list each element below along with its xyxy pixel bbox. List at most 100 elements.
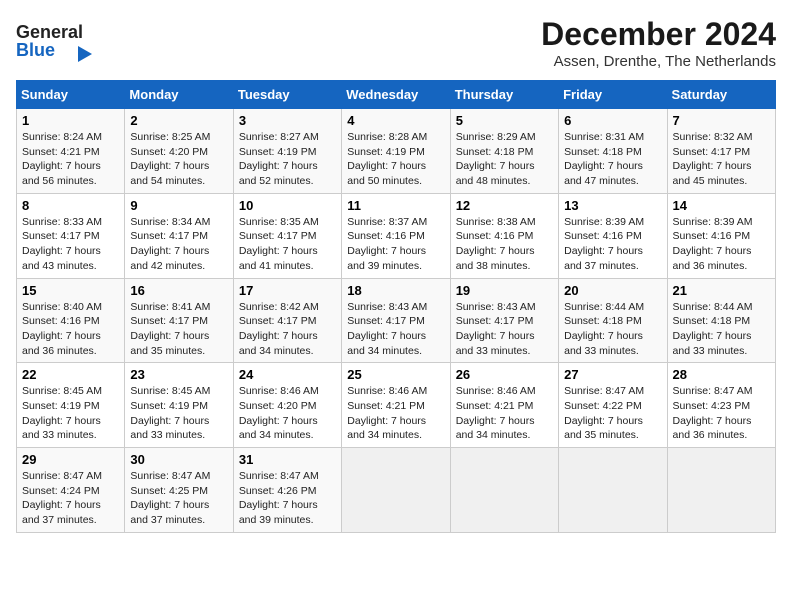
sunset-text: Sunset: 4:19 PM	[22, 399, 119, 414]
sunrise-text: Sunrise: 8:46 AM	[347, 384, 444, 399]
sunrise-text: Sunrise: 8:38 AM	[456, 215, 553, 230]
day-info: Sunrise: 8:37 AMSunset: 4:16 PMDaylight:…	[347, 215, 444, 274]
day-number: 9	[130, 198, 227, 213]
day-number: 29	[22, 452, 119, 467]
day-number: 18	[347, 283, 444, 298]
sunset-text: Sunset: 4:21 PM	[456, 399, 553, 414]
day-number: 10	[239, 198, 336, 213]
day-info: Sunrise: 8:47 AMSunset: 4:26 PMDaylight:…	[239, 469, 336, 528]
sunset-text: Sunset: 4:20 PM	[130, 145, 227, 160]
day-cell: 11 Sunrise: 8:37 AMSunset: 4:16 PMDayligh…	[342, 193, 450, 278]
sunset-text: Sunset: 4:16 PM	[564, 229, 661, 244]
daylight-text: Daylight: 7 hours and 39 minutes.	[239, 498, 336, 527]
sunset-text: Sunset: 4:26 PM	[239, 484, 336, 499]
daylight-text: Daylight: 7 hours and 52 minutes.	[239, 159, 336, 188]
sunrise-text: Sunrise: 8:47 AM	[564, 384, 661, 399]
sunrise-text: Sunrise: 8:39 AM	[673, 215, 770, 230]
sunrise-text: Sunrise: 8:45 AM	[22, 384, 119, 399]
sunrise-text: Sunrise: 8:31 AM	[564, 130, 661, 145]
day-info: Sunrise: 8:27 AMSunset: 4:19 PMDaylight:…	[239, 130, 336, 189]
day-header-sunday: Sunday	[17, 81, 125, 109]
daylight-text: Daylight: 7 hours and 36 minutes.	[673, 414, 770, 443]
day-number: 26	[456, 367, 553, 382]
day-number: 28	[673, 367, 770, 382]
sunrise-text: Sunrise: 8:47 AM	[130, 469, 227, 484]
week-row-1: 1Sunrise: 8:24 AMSunset: 4:21 PMDaylight…	[17, 109, 776, 194]
sunrise-text: Sunrise: 8:40 AM	[22, 300, 119, 315]
day-number: 30	[130, 452, 227, 467]
month-title: December 2024	[541, 16, 776, 53]
sunset-text: Sunset: 4:16 PM	[456, 229, 553, 244]
daylight-text: Daylight: 7 hours and 37 minutes.	[564, 244, 661, 273]
daylight-text: Daylight: 7 hours and 36 minutes.	[673, 244, 770, 273]
location-title: Assen, Drenthe, The Netherlands	[541, 53, 776, 70]
sunrise-text: Sunrise: 8:47 AM	[239, 469, 336, 484]
day-cell: 31Sunrise: 8:47 AMSunset: 4:26 PMDayligh…	[233, 448, 341, 533]
day-number: 11	[347, 198, 444, 213]
sunset-text: Sunset: 4:18 PM	[673, 314, 770, 329]
day-number: 15	[22, 283, 119, 298]
day-info: Sunrise: 8:46 AMSunset: 4:20 PMDaylight:…	[239, 384, 336, 443]
sunset-text: Sunset: 4:21 PM	[347, 399, 444, 414]
sunrise-text: Sunrise: 8:46 AM	[456, 384, 553, 399]
sunrise-text: Sunrise: 8:41 AM	[130, 300, 227, 315]
daylight-text: Daylight: 7 hours and 34 minutes.	[239, 329, 336, 358]
daylight-text: Daylight: 7 hours and 33 minutes.	[456, 329, 553, 358]
day-cell: 27Sunrise: 8:47 AMSunset: 4:22 PMDayligh…	[559, 363, 667, 448]
day-header-monday: Monday	[125, 81, 233, 109]
svg-text:General: General	[16, 22, 83, 42]
sunrise-text: Sunrise: 8:43 AM	[456, 300, 553, 315]
day-info: Sunrise: 8:43 AMSunset: 4:17 PMDaylight:…	[347, 300, 444, 359]
day-info: Sunrise: 8:46 AMSunset: 4:21 PMDaylight:…	[347, 384, 444, 443]
sunset-text: Sunset: 4:16 PM	[22, 314, 119, 329]
daylight-text: Daylight: 7 hours and 33 minutes.	[673, 329, 770, 358]
sunset-text: Sunset: 4:17 PM	[347, 314, 444, 329]
sunrise-text: Sunrise: 8:47 AM	[673, 384, 770, 399]
sunrise-text: Sunrise: 8:27 AM	[239, 130, 336, 145]
daylight-text: Daylight: 7 hours and 41 minutes.	[239, 244, 336, 273]
day-cell: 10Sunrise: 8:35 AMSunset: 4:17 PMDayligh…	[233, 193, 341, 278]
day-header-row: SundayMondayTuesdayWednesdayThursdayFrid…	[17, 81, 776, 109]
sunset-text: Sunset: 4:19 PM	[130, 399, 227, 414]
day-cell: 14 Sunrise: 8:39 AMSunset: 4:16 PMDayligh…	[667, 193, 775, 278]
day-info: Sunrise: 8:45 AMSunset: 4:19 PMDaylight:…	[130, 384, 227, 443]
sunrise-text: Sunrise: 8:35 AM	[239, 215, 336, 230]
week-row-5: 29Sunrise: 8:47 AMSunset: 4:24 PMDayligh…	[17, 448, 776, 533]
week-row-3: 15 Sunrise: 8:40 AMSunset: 4:16 PM Dayligh…	[17, 278, 776, 363]
day-cell: 7Sunrise: 8:32 AMSunset: 4:17 PMDaylight…	[667, 109, 775, 194]
day-info: Sunrise: 8:28 AMSunset: 4:19 PMDaylight:…	[347, 130, 444, 189]
sunset-text: Sunset: 4:16 PM	[347, 229, 444, 244]
sunrise-text: Sunrise: 8:39 AM	[564, 215, 661, 230]
sunset-text: Sunset: 4:16 PM	[673, 229, 770, 244]
logo: General Blue	[16, 16, 96, 66]
day-number: 21	[673, 283, 770, 298]
daylight-text: Daylight: 7 hours and 50 minutes.	[347, 159, 444, 188]
day-cell: 6Sunrise: 8:31 AMSunset: 4:18 PMDaylight…	[559, 109, 667, 194]
daylight-text: Daylight: 7 hours and 37 minutes.	[22, 498, 119, 527]
day-header-friday: Friday	[559, 81, 667, 109]
daylight-text: Daylight: 7 hours and 56 minutes.	[22, 159, 119, 188]
day-cell: 13Sunrise: 8:39 AMSunset: 4:16 PMDayligh…	[559, 193, 667, 278]
daylight-text: Daylight: 7 hours and 33 minutes.	[564, 329, 661, 358]
day-info: Sunrise: 8:24 AMSunset: 4:21 PMDaylight:…	[22, 130, 119, 189]
sunset-text: Sunset: 4:24 PM	[22, 484, 119, 499]
day-info: Sunrise: 8:42 AMSunset: 4:17 PMDaylight:…	[239, 300, 336, 359]
calendar-header: SundayMondayTuesdayWednesdayThursdayFrid…	[17, 81, 776, 109]
sunset-text: Sunset: 4:17 PM	[130, 229, 227, 244]
daylight-text: Daylight: 7 hours and 35 minutes.	[130, 329, 227, 358]
day-cell: 19Sunrise: 8:43 AMSunset: 4:17 PMDayligh…	[450, 278, 558, 363]
header: General Blue December 2024 Assen, Drenth…	[16, 16, 776, 70]
daylight-text: Daylight: 7 hours and 34 minutes.	[456, 414, 553, 443]
day-info: Sunrise: 8:39 AMSunset: 4:16 PMDaylight:…	[564, 215, 661, 274]
sunset-text: Sunset: 4:21 PM	[22, 145, 119, 160]
day-info: Sunrise: 8:39 AMSunset: 4:16 PMDaylight:…	[673, 215, 770, 274]
day-header-wednesday: Wednesday	[342, 81, 450, 109]
day-info: Sunrise: 8:29 AMSunset: 4:18 PMDaylight:…	[456, 130, 553, 189]
day-number: 14	[673, 198, 770, 213]
day-number: 3	[239, 113, 336, 128]
day-info: Sunrise: 8:38 AMSunset: 4:16 PMDaylight:…	[456, 215, 553, 274]
day-info: Sunrise: 8:33 AMSunset: 4:17 PMDaylight:…	[22, 215, 119, 274]
daylight-text: Daylight: 7 hours and 47 minutes.	[564, 159, 661, 188]
sunset-text: Sunset: 4:18 PM	[564, 145, 661, 160]
day-info: Sunrise: 8:34 AMSunset: 4:17 PMDaylight:…	[130, 215, 227, 274]
